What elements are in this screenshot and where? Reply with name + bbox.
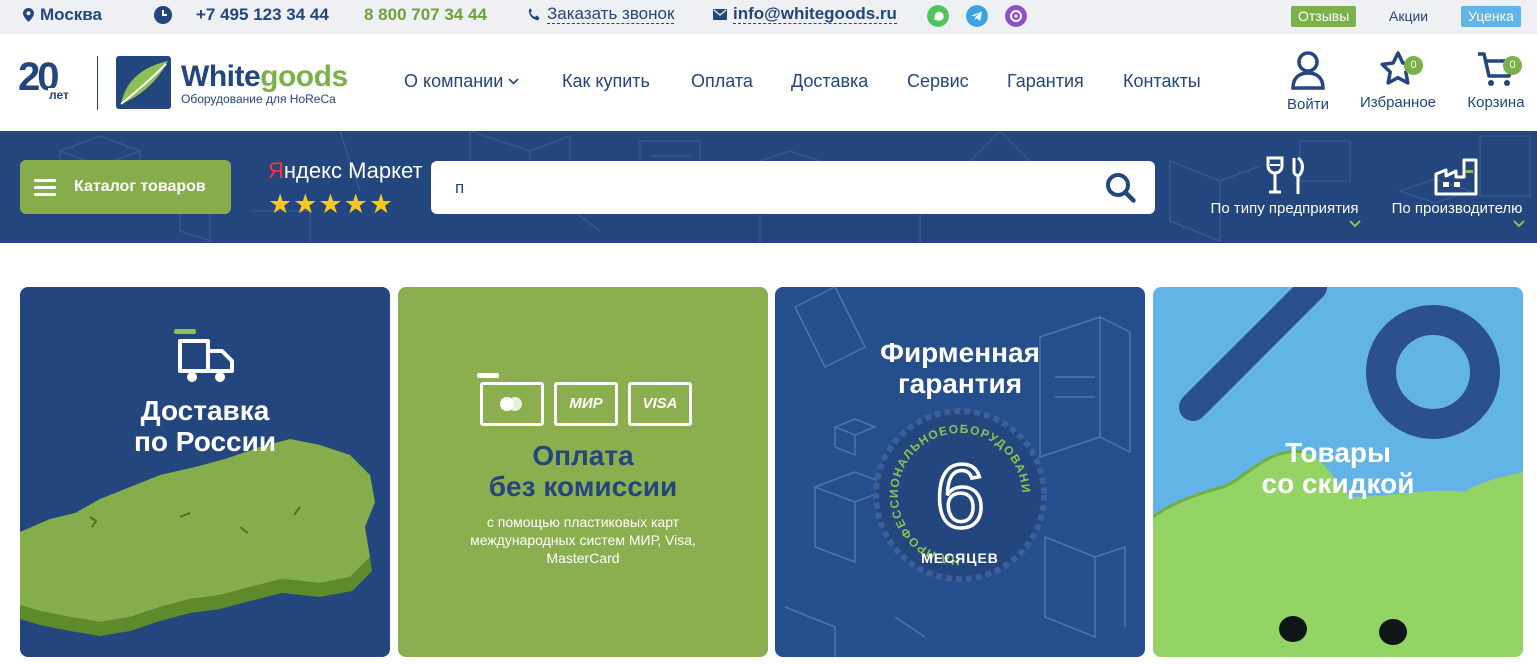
warranty-seal-icon: НА ПРОФЕССИОНАЛЬНОЕОБОРУДОВАНИЕ 6 МЕСЯЦЕ… — [870, 405, 1047, 582]
whatsapp-icon[interactable] — [927, 5, 949, 27]
nav-delivery[interactable]: Доставка — [791, 71, 868, 92]
phone-icon — [528, 7, 540, 20]
delivery-truck-icon — [174, 329, 234, 382]
card-payment-title: Оплата без комиссии — [398, 440, 768, 502]
nav-warranty[interactable]: Гарантия — [1007, 71, 1084, 92]
city-label: Москва — [40, 5, 102, 24]
city-selector[interactable]: Москва — [23, 5, 102, 25]
cart-count-badge: 0 — [1503, 56, 1522, 75]
visa-card-icon: VISA — [628, 382, 692, 426]
yandex-market-logo[interactable]: Яндекс Маркет — [268, 158, 423, 184]
search-icon[interactable] — [1104, 171, 1138, 205]
viber-icon[interactable] — [1005, 5, 1027, 27]
favorites-label: Избранное — [1359, 94, 1437, 111]
logo-divider — [97, 56, 98, 110]
user-icon — [1291, 51, 1325, 90]
free-phone[interactable]: 8 800 707 34 44 — [364, 5, 487, 25]
card-discounts-title-line1: Товары — [1285, 437, 1391, 468]
factory-icon — [1434, 158, 1478, 196]
nav-about[interactable]: О компании — [404, 71, 519, 92]
nav-contacts[interactable]: Контакты — [1123, 71, 1201, 92]
login-label: Войти — [1287, 96, 1329, 113]
card-warranty-title-line2: гарантия — [897, 368, 1023, 399]
glass-fork-icon — [1266, 156, 1304, 194]
nav-how-to-buy[interactable]: Как купить — [562, 71, 650, 92]
card-warranty-title-line1: Фирменная — [880, 337, 1040, 368]
callback-link[interactable]: Заказать звонок — [527, 4, 675, 24]
card-payment-sub-line3: MasterCard — [546, 550, 620, 566]
telegram-icon[interactable] — [966, 5, 988, 27]
clock-icon — [154, 6, 172, 24]
promo-card-payment[interactable]: МИР VISA Оплата без комиссии с помощью п… — [398, 287, 768, 657]
email-link[interactable]: info@whitegoods.ru — [713, 5, 897, 24]
favorites-button[interactable]: Избранное 0 — [1357, 50, 1439, 111]
menu-burger-icon — [34, 175, 56, 200]
leaf-logo-icon[interactable] — [116, 56, 171, 109]
brand-name[interactable]: Whitegoods — [181, 60, 348, 94]
favorites-count-badge: 0 — [1404, 56, 1423, 75]
filter-type-label: По типу предприятия — [1210, 200, 1359, 217]
brand-goods: goods — [260, 60, 348, 93]
filter-maker-label: По производителю — [1391, 200, 1523, 217]
brand-tagline: Оборудование для HoReCa — [181, 92, 336, 106]
card-payment-sub-line2: международных систем МИР, Visa, — [470, 532, 696, 548]
anniversary-logo[interactable]: 20 лет — [18, 57, 70, 102]
card-warranty-title: Фирменная гарантия — [775, 337, 1145, 399]
card-discounts-title-line2: со скидкой — [1261, 468, 1415, 499]
nav-about-label: О компании — [404, 71, 504, 91]
phone-free-text: 8 800 707 34 44 — [364, 5, 487, 24]
yandex-letter: Я — [268, 158, 284, 183]
catalog-button[interactable]: Каталог товаров — [20, 160, 231, 214]
nav-service[interactable]: Сервис — [907, 71, 969, 92]
promo-card-discounts[interactable]: Товары со скидкой — [1153, 287, 1523, 657]
brand-white: White — [181, 60, 261, 93]
anniversary-unit: лет — [48, 88, 70, 102]
card-discounts-title: Товары со скидкой — [1153, 437, 1523, 499]
chevron-down-icon — [508, 78, 519, 85]
email-address: info@whitegoods.ru — [733, 4, 897, 24]
login-button[interactable]: Войти — [1285, 50, 1331, 113]
site-header: 20 лет Whitegoods Оборудование для HoReC… — [0, 34, 1537, 131]
rating-stars: ★★★★★ — [268, 189, 395, 219]
cart-label: Корзина — [1467, 94, 1525, 111]
card-payment-title-line1: Оплата — [532, 440, 634, 471]
mastercard-icon — [477, 373, 544, 426]
promo-card-warranty[interactable]: Фирменная гарантия НА ПРОФЕССИОНАЛЬНОЕОБ… — [775, 287, 1145, 657]
card-payment-subtitle: с помощью пластиковых карт международных… — [398, 513, 768, 567]
chevron-down-icon[interactable] — [1349, 220, 1361, 228]
markdown-button[interactable]: Уценка — [1461, 6, 1521, 27]
promos-link[interactable]: Акции — [1382, 6, 1435, 27]
filter-by-manufacturer[interactable]: По производителю — [1389, 156, 1525, 217]
catalog-search-band: Каталог товаров Яндекс Маркет ★★★★★ По т… — [0, 131, 1537, 243]
card-delivery-title-line2: по России — [133, 426, 277, 457]
top-bar: Москва +7 495 123 34 44 8 800 707 34 44 … — [0, 0, 1537, 34]
yandex-market-rest: ндекс Маркет — [283, 158, 423, 183]
search-input[interactable] — [431, 161, 1155, 214]
mir-card-icon: МИР — [554, 382, 618, 426]
mail-icon — [713, 9, 727, 20]
cart-button[interactable]: Корзина 0 — [1465, 50, 1527, 111]
nav-payment[interactable]: Оплата — [691, 71, 753, 92]
card-delivery-title: Доставка по России — [20, 395, 390, 457]
catalog-label: Каталог товаров — [74, 178, 206, 195]
card-payment-title-line2: без комиссии — [488, 471, 678, 502]
callback-label: Заказать звонок — [547, 4, 675, 24]
card-payment-sub-line1: с помощью пластиковых карт — [486, 514, 680, 530]
filter-by-business-type[interactable]: По типу предприятия — [1208, 156, 1361, 217]
warranty-number: 6 — [935, 447, 985, 547]
warranty-months: МЕСЯЦЕВ — [921, 550, 999, 566]
reviews-button[interactable]: Отзывы — [1291, 6, 1357, 27]
location-pin-icon — [23, 8, 34, 22]
main-phone[interactable]: +7 495 123 34 44 — [154, 5, 329, 25]
card-delivery-title-line1: Доставка — [140, 395, 270, 426]
chevron-down-icon[interactable] — [1513, 220, 1525, 228]
phone-main-text: +7 495 123 34 44 — [196, 5, 329, 24]
promo-card-delivery[interactable]: Доставка по России — [20, 287, 390, 657]
